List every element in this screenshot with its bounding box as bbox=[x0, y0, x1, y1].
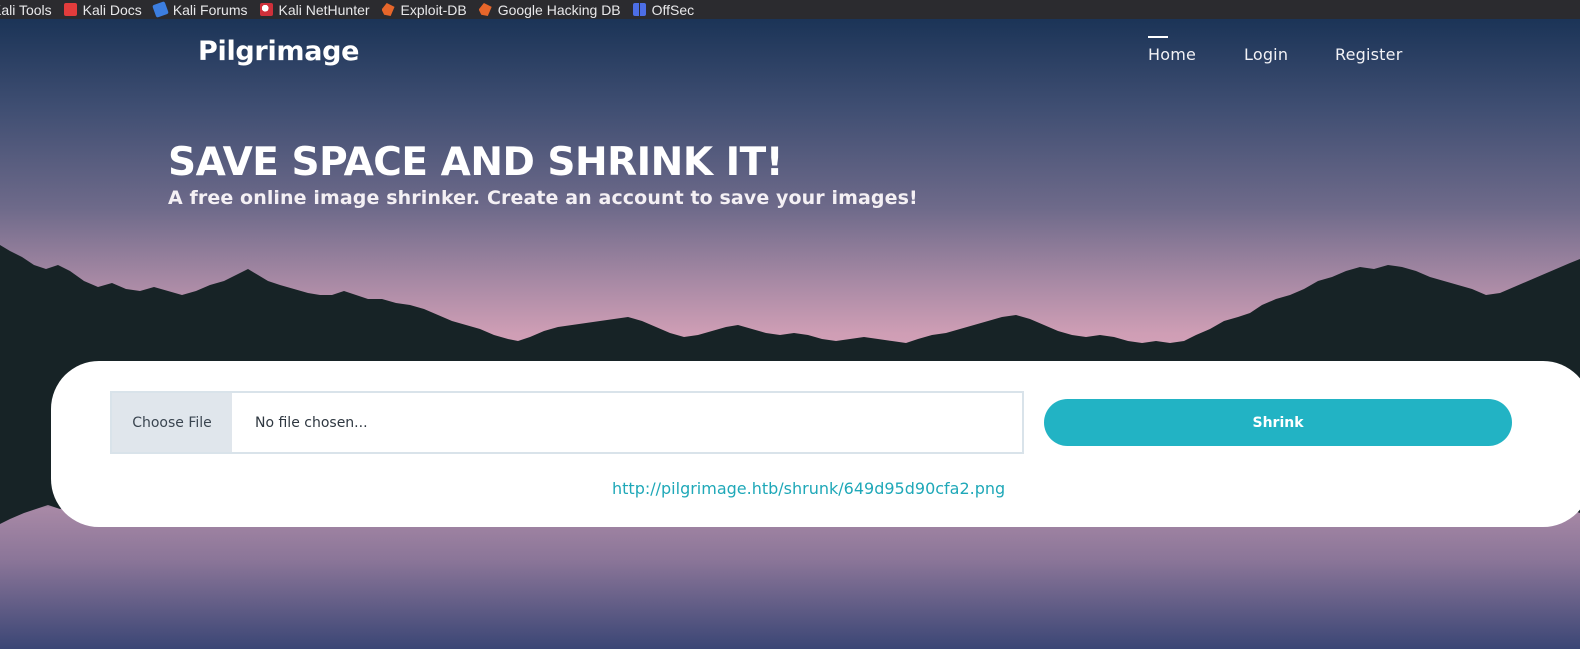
site-logo[interactable]: Pilgrimage bbox=[198, 36, 360, 67]
kali-docs-icon bbox=[63, 3, 77, 16]
nav-login-link[interactable]: Login bbox=[1244, 45, 1288, 64]
bookmark-google-hacking-db[interactable]: Google Hacking DB bbox=[478, 1, 621, 18]
bookmark-label: Kali NetHunter bbox=[278, 1, 370, 18]
bookmark-label: Kali Tools bbox=[0, 1, 52, 18]
bookmark-label: Google Hacking DB bbox=[497, 1, 621, 18]
file-input-group[interactable]: Choose File No file chosen... bbox=[110, 391, 1024, 454]
bookmark-label: Kali Forums bbox=[172, 1, 248, 18]
mountain-silhouette bbox=[0, 245, 1580, 649]
nav-active-indicator bbox=[1148, 36, 1168, 38]
hero-background bbox=[0, 19, 1580, 649]
bookmark-label: Exploit-DB bbox=[400, 1, 467, 18]
bookmark-kali-tools[interactable]: Kali Tools bbox=[0, 2, 52, 18]
bookmark-kali-docs[interactable]: Kali Docs bbox=[63, 1, 142, 18]
bookmark-offsec[interactable]: OffSec bbox=[632, 1, 695, 18]
bookmark-label: OffSec bbox=[651, 1, 695, 18]
bookmark-kali-nethunter[interactable]: Kali NetHunter bbox=[259, 1, 370, 18]
shrink-button[interactable]: Shrink bbox=[1044, 399, 1512, 446]
file-name-display: No file chosen... bbox=[255, 414, 368, 431]
hero-subtitle: A free online image shrinker. Create an … bbox=[168, 187, 918, 209]
bookmark-label: Kali Docs bbox=[82, 1, 142, 18]
bookmark-kali-forums[interactable]: Kali Forums bbox=[151, 1, 248, 18]
kali-forums-icon bbox=[151, 1, 169, 18]
bookmarks-bar: Kali Tools Kali Docs Kali Forums Kali Ne… bbox=[0, 0, 1580, 19]
google-hacking-db-icon bbox=[478, 3, 492, 16]
choose-file-button[interactable]: Choose File bbox=[112, 393, 232, 452]
nav-home-link[interactable]: Home bbox=[1148, 45, 1196, 64]
nav-register-link[interactable]: Register bbox=[1335, 45, 1402, 64]
kali-nethunter-icon bbox=[259, 3, 273, 16]
shrunk-image-link[interactable]: http://pilgrimage.htb/shrunk/649d95d90cf… bbox=[612, 479, 1005, 498]
bookmark-exploit-db[interactable]: Exploit-DB bbox=[381, 1, 467, 18]
offsec-icon bbox=[632, 3, 646, 16]
hero-title: SAVE SPACE AND SHRINK IT! bbox=[168, 140, 784, 185]
exploit-db-icon bbox=[381, 3, 395, 16]
